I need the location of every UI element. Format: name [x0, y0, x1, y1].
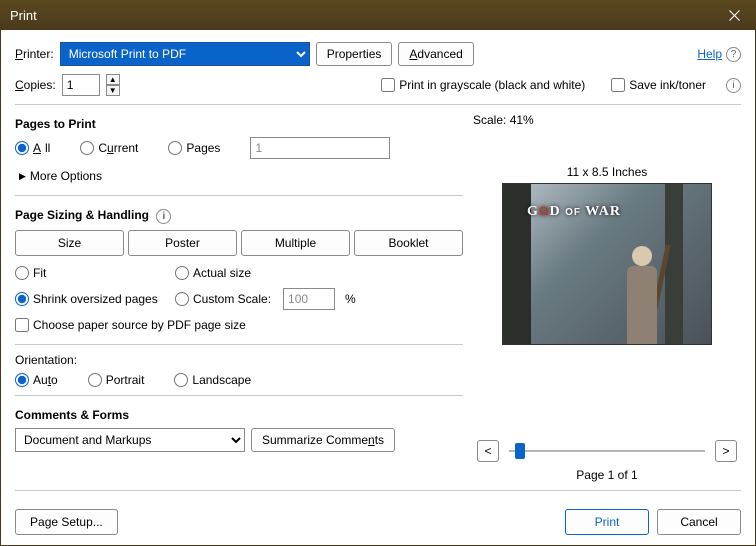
next-page-button[interactable]: > — [715, 440, 737, 462]
booklet-button[interactable]: Booklet — [354, 230, 463, 256]
summarize-button[interactable]: Summarize Comments — [251, 428, 395, 452]
help-area: Help ? — [697, 47, 741, 62]
properties-button[interactable]: Properties — [316, 42, 393, 66]
page-nav: < > — [473, 440, 741, 462]
pages-all[interactable]: All — [15, 141, 50, 155]
titlebar: Print — [0, 0, 756, 30]
advanced-button[interactable]: Advanced — [398, 42, 473, 66]
orient-auto[interactable]: Auto — [15, 373, 58, 387]
window-title: Print — [10, 8, 712, 23]
printer-label: Printer: — [15, 47, 54, 61]
sizing-info-icon[interactable]: i — [156, 209, 171, 224]
grayscale-check[interactable]: Print in grayscale (black and white) — [381, 78, 585, 92]
copies-input[interactable] — [62, 74, 100, 96]
client-area: Printer: Microsoft Print to PDF Properti… — [0, 30, 756, 546]
preview-figure — [617, 224, 669, 344]
saveink-checkbox[interactable] — [611, 78, 625, 92]
slider-thumb[interactable] — [515, 443, 525, 459]
choose-source[interactable]: Choose paper source by PDF page size — [15, 318, 463, 332]
footer: Page Setup... Print Cancel — [15, 509, 741, 535]
right-panel: Scale: 41% 11 x 8.5 Inches GΩD OF WAR < — [473, 113, 741, 482]
actual-radio[interactable]: Actual size — [175, 266, 463, 280]
orient-landscape[interactable]: Landscape — [174, 373, 251, 387]
page-range-input[interactable] — [250, 137, 390, 159]
pages-current[interactable]: Current — [80, 141, 138, 155]
printer-select[interactable]: Microsoft Print to PDF — [60, 42, 310, 66]
size-button[interactable]: Size — [15, 230, 124, 256]
page-status: Page 1 of 1 — [473, 468, 741, 482]
page-slider[interactable] — [509, 441, 705, 461]
main-columns: Pages to Print All Current Pages ▶ More … — [15, 113, 741, 482]
print-button[interactable]: Print — [565, 509, 649, 535]
comments-title: Comments & Forms — [15, 408, 463, 422]
custom-scale-input[interactable] — [283, 288, 335, 310]
expand-icon: ▶ — [19, 171, 26, 182]
help-icon[interactable]: ? — [726, 47, 741, 62]
print-dialog: Print Printer: Microsoft Print to PDF Pr… — [0, 0, 756, 546]
orientation-label: Orientation: — [15, 353, 463, 367]
close-button[interactable] — [712, 0, 756, 30]
more-options[interactable]: ▶ More Options — [19, 169, 463, 183]
cancel-button[interactable]: Cancel — [657, 509, 741, 535]
shrink-radio[interactable]: Shrink oversized pages — [15, 288, 175, 310]
sizing-options: Fit Actual size Shrink oversized pages C… — [15, 266, 463, 310]
copies-spinner: ▲ ▼ — [106, 74, 120, 96]
sizing-segments: Size Poster Multiple Booklet — [15, 230, 463, 256]
pages-radios: All Current Pages — [15, 137, 463, 159]
grayscale-checkbox[interactable] — [381, 78, 395, 92]
left-panel: Pages to Print All Current Pages ▶ More … — [15, 113, 463, 482]
spinner-up[interactable]: ▲ — [106, 74, 120, 85]
preview-logo: GΩD OF WAR — [527, 204, 621, 220]
help-link[interactable]: Help — [697, 47, 722, 61]
orient-portrait[interactable]: Portrait — [88, 373, 145, 387]
custom-radio[interactable]: Custom Scale: — [175, 292, 271, 306]
print-preview: GΩD OF WAR — [502, 183, 712, 345]
custom-scale-row: Custom Scale: % — [175, 288, 463, 310]
pages-title: Pages to Print — [15, 117, 463, 131]
fit-radio[interactable]: Fit — [15, 266, 175, 280]
comments-row: Document and Markups Summarize Comments — [15, 428, 463, 452]
copies-row: Copies: ▲ ▼ Print in grayscale (black an… — [15, 74, 741, 96]
saveink-info-icon[interactable]: i — [726, 78, 741, 93]
page-setup-button[interactable]: Page Setup... — [15, 509, 118, 535]
pages-range[interactable]: Pages — [168, 141, 220, 155]
multiple-button[interactable]: Multiple — [241, 230, 350, 256]
sizing-title: Page Sizing & Handling i — [15, 208, 463, 224]
saveink-check[interactable]: Save ink/toner — [611, 78, 706, 92]
page-dimensions: 11 x 8.5 Inches — [473, 165, 741, 179]
scale-readout: Scale: 41% — [473, 113, 741, 127]
spinner-down[interactable]: ▼ — [106, 85, 120, 96]
choose-source-checkbox[interactable] — [15, 318, 29, 332]
copies-label: Copies: — [15, 78, 56, 92]
printer-row: Printer: Microsoft Print to PDF Properti… — [15, 42, 741, 66]
comments-select[interactable]: Document and Markups — [15, 428, 245, 452]
close-icon — [729, 10, 740, 21]
prev-page-button[interactable]: < — [477, 440, 499, 462]
orientation-radios: Auto Portrait Landscape — [15, 373, 463, 387]
poster-button[interactable]: Poster — [128, 230, 237, 256]
divider — [15, 104, 741, 105]
